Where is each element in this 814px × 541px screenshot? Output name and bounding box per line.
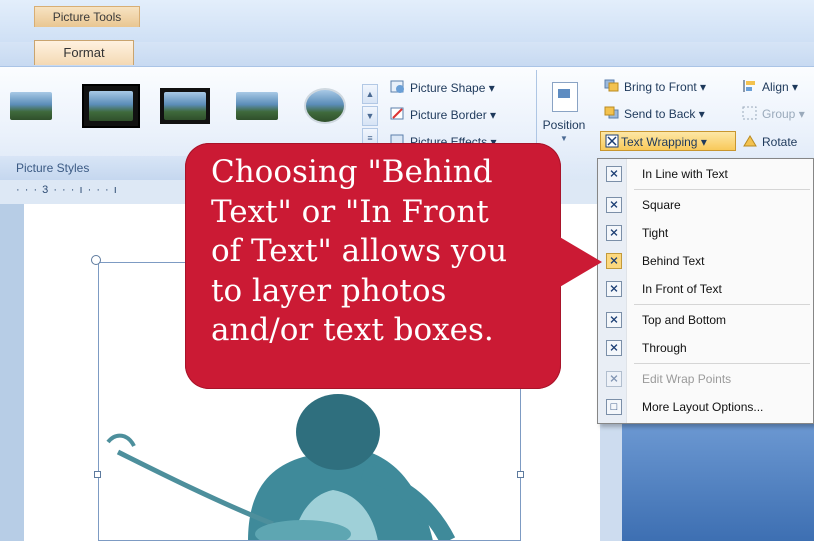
- menu-item-in-front-of-text[interactable]: ⨯ In Front of Text: [598, 275, 813, 303]
- callout-line: and/or text boxes.: [211, 312, 494, 348]
- align-button[interactable]: Align ▾: [742, 79, 798, 94]
- picture-tools-context-tab: Picture Tools: [34, 6, 140, 27]
- square-wrap-icon: ⨯: [606, 197, 622, 213]
- picture-style-thumbnail[interactable]: [160, 88, 210, 124]
- position-icon: [552, 82, 578, 112]
- menu-items: ⨯ In Line with Text ⨯ Square ⨯ Tight ⨯ B…: [598, 160, 813, 422]
- rotation-handle[interactable]: [91, 255, 101, 265]
- menu-item-more-layout-options[interactable]: □ More Layout Options...: [598, 393, 813, 421]
- bring-to-front-icon: [604, 79, 620, 93]
- picture-style-thumbnail[interactable]: [6, 88, 56, 124]
- picture-style-thumbnail-selected[interactable]: [82, 84, 140, 128]
- callout-text: Choosing "Behind Text" or "In Front of T…: [211, 153, 551, 351]
- callout-line: Choosing "Behind: [211, 154, 493, 190]
- picture-shape-button[interactable]: Picture Shape ▾: [390, 80, 495, 95]
- chevron-down-icon: ▼: [560, 134, 568, 143]
- menu-item-tight[interactable]: ⨯ Tight: [598, 219, 813, 247]
- picture-style-thumbnail[interactable]: [302, 86, 348, 126]
- tight-wrap-icon: ⨯: [606, 225, 622, 241]
- resize-handle-left[interactable]: [94, 471, 101, 478]
- callout-line: to layer photos: [211, 272, 447, 309]
- picture-shape-icon: [390, 80, 406, 94]
- gallery-up-button[interactable]: ▲: [362, 84, 378, 104]
- ruler-marks: · · · 3 · · · ı · · · ı: [16, 184, 118, 196]
- blue-graphic-block: [622, 416, 814, 541]
- send-to-back-button[interactable]: Send to Back ▾: [604, 106, 705, 121]
- menu-item-in-line-with-text[interactable]: ⨯ In Line with Text: [598, 160, 813, 188]
- menu-item-top-and-bottom[interactable]: ⨯ Top and Bottom: [598, 306, 813, 334]
- text-wrapping-button[interactable]: Text Wrapping ▾: [600, 131, 736, 151]
- more-layout-options-icon: □: [606, 399, 622, 415]
- resize-handle-right[interactable]: [517, 471, 524, 478]
- picture-style-thumbnail[interactable]: [232, 88, 282, 124]
- picture-styles-group-label: Picture Styles: [16, 161, 90, 175]
- callout-line: of Text" allows you: [211, 233, 508, 269]
- position-button[interactable]: Position ▼: [538, 80, 590, 150]
- through-wrap-icon: ⨯: [606, 340, 622, 356]
- text-wrapping-icon: [605, 134, 619, 148]
- menu-item-behind-text[interactable]: ⨯ Behind Text: [598, 247, 813, 275]
- bring-to-front-button[interactable]: Bring to Front ▾: [604, 79, 706, 94]
- align-icon: [742, 79, 758, 93]
- gallery-down-button[interactable]: ▼: [362, 106, 378, 126]
- group-button[interactable]: Group ▾: [742, 106, 805, 121]
- menu-item-edit-wrap-points: ⨯ Edit Wrap Points: [598, 365, 813, 393]
- top-and-bottom-wrap-icon: ⨯: [606, 312, 622, 328]
- callout-line: Text" or "In Front: [211, 193, 489, 230]
- picture-border-button[interactable]: Picture Border ▾: [390, 107, 496, 122]
- rotate-icon: [742, 134, 758, 148]
- menu-item-square[interactable]: ⨯ Square: [598, 191, 813, 219]
- send-to-back-icon: [604, 106, 620, 120]
- behind-text-wrap-icon: ⨯: [606, 253, 622, 269]
- rotate-button[interactable]: Rotate: [742, 134, 797, 149]
- menu-item-through[interactable]: ⨯ Through: [598, 334, 813, 362]
- in-front-of-text-wrap-icon: ⨯: [606, 281, 622, 297]
- in-line-wrap-icon: ⨯: [606, 166, 622, 182]
- picture-border-icon: [390, 107, 406, 121]
- tab-format[interactable]: Format: [34, 40, 134, 65]
- callout-pointer: [558, 236, 602, 288]
- edit-wrap-points-icon: ⨯: [606, 371, 622, 387]
- group-icon: [742, 106, 758, 120]
